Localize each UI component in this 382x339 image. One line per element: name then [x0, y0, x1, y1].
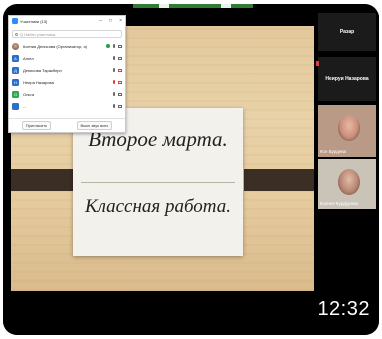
card-divider	[81, 182, 235, 183]
invite-button[interactable]: Пригласить	[21, 121, 52, 130]
video-gallery: Разар Неируи Назарова Ксе Бурдева Ксения…	[316, 13, 379, 293]
slide-band-right	[244, 169, 314, 191]
participant-name: Ксения Денисова (Организатор, я)	[23, 43, 87, 49]
tile-name: Ксения Курдурова	[320, 201, 358, 206]
participant-list: Ксения Денисова (Организатор, я) А Ангел Д Д…	[9, 40, 125, 112]
window-title: Участники (13)	[20, 18, 48, 24]
avatar-initial: Н	[12, 78, 19, 86]
minimize-icon[interactable]: –	[99, 18, 102, 24]
video-tile[interactable]: Неируи Назарова	[318, 57, 376, 101]
camera-icon[interactable]	[118, 44, 122, 48]
participant-name: Денисова Таракберн	[23, 67, 62, 73]
participant-search-input[interactable]: Q Найти участника	[12, 30, 122, 38]
video-tile[interactable]: Ксения Курдурова	[318, 159, 376, 209]
participant-row[interactable]: ...	[9, 100, 125, 112]
participant-video	[338, 169, 360, 195]
slide-classwork-text: Классная работа.	[84, 196, 232, 217]
tile-name: Неируи Назарова	[325, 76, 369, 82]
avatar	[12, 42, 19, 50]
participant-row[interactable]: О Ольга	[9, 88, 125, 100]
maximize-icon[interactable]: □	[109, 18, 112, 24]
mic-icon[interactable]	[113, 44, 115, 48]
video-tile[interactable]: Разар	[318, 13, 376, 51]
participant-row[interactable]: Ксения Денисова (Организатор, я)	[9, 40, 125, 52]
participant-row[interactable]: А Ангел	[9, 52, 125, 64]
video-duration: 12:32	[313, 296, 374, 323]
mute-all-button[interactable]: Выкл звук всех	[76, 121, 113, 130]
avatar-initial: Д	[12, 66, 19, 74]
mic-muted-icon[interactable]	[113, 80, 115, 84]
slide-band-left	[11, 169, 78, 191]
participant-row[interactable]: Н Неира Назарова	[9, 76, 125, 88]
mic-icon[interactable]	[113, 56, 115, 60]
zoom-app-icon	[12, 18, 18, 24]
participant-name: Ольга	[23, 91, 35, 97]
participant-row[interactable]: Д Денисова Таракберн	[9, 64, 125, 76]
window-titlebar[interactable]: Участники (13) – □ ×	[9, 16, 125, 26]
tile-name: Разар	[339, 29, 355, 35]
tile-name: Ксе Бурдева	[320, 149, 347, 154]
mic-muted-icon	[316, 61, 319, 66]
participant-name: Неира Назарова	[23, 79, 54, 85]
camera-off-icon[interactable]	[118, 68, 122, 72]
mic-icon[interactable]	[113, 104, 115, 108]
avatar-initial: А	[12, 54, 19, 62]
participants-footer: Пригласить Выкл звук всех	[9, 118, 125, 132]
participant-name: ...	[23, 103, 27, 109]
mic-icon[interactable]	[113, 92, 115, 96]
participant-video	[338, 115, 360, 141]
host-indicator-icon	[106, 44, 110, 48]
camera-icon[interactable]	[118, 104, 122, 108]
video-tile[interactable]: Ксе Бурдева	[318, 105, 376, 157]
search-placeholder: Q Найти участника	[20, 31, 56, 37]
search-icon	[15, 32, 18, 36]
avatar-initial	[12, 102, 19, 110]
camera-icon[interactable]	[118, 92, 122, 96]
camera-off-icon[interactable]	[118, 80, 122, 84]
close-icon[interactable]: ×	[119, 18, 122, 24]
screen-share-indicator	[133, 4, 253, 8]
participants-window[interactable]: Участники (13) – □ × Q Найти участника К…	[8, 15, 126, 133]
camera-icon[interactable]	[118, 56, 122, 60]
mic-icon[interactable]	[113, 68, 115, 72]
participant-name: Ангел	[23, 55, 34, 61]
avatar-initial: О	[12, 90, 19, 98]
